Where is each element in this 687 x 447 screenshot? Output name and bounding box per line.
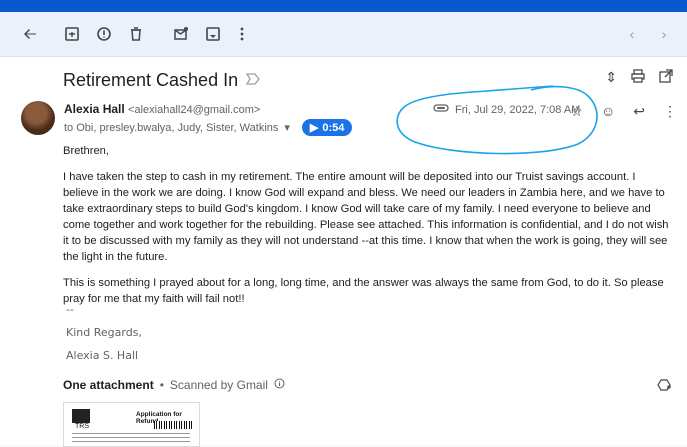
signature-closing: Kind Regards, xyxy=(66,326,142,339)
back-arrow-icon[interactable] xyxy=(18,22,42,46)
trs-logo-text: TRS xyxy=(75,423,89,430)
more-options-icon[interactable]: ⋮ xyxy=(663,103,677,120)
message-actions: ☆ ☺ ↩ ⋮ xyxy=(570,103,677,120)
message-body: Brethren, I have taken the step to cash … xyxy=(63,143,673,317)
avatar[interactable] xyxy=(21,101,55,135)
chevron-left-icon[interactable]: ‹ xyxy=(620,22,644,46)
open-new-window-icon[interactable] xyxy=(659,69,673,86)
signature-name: Alexia S. Hall xyxy=(66,349,139,362)
top-accent-bar xyxy=(0,0,687,12)
date-row: Fri, Jul 29, 2022, 7:08 AM xyxy=(433,103,580,116)
label-icon[interactable] xyxy=(245,72,260,88)
snooze-icon[interactable] xyxy=(201,22,225,46)
star-icon[interactable]: ☆ xyxy=(570,103,583,120)
barcode xyxy=(154,421,192,429)
trs-logo xyxy=(72,409,90,423)
delete-icon[interactable] xyxy=(124,22,148,46)
reply-icon[interactable]: ↩ xyxy=(633,103,645,120)
print-icon[interactable] xyxy=(631,69,645,86)
greeting: Brethren, xyxy=(63,145,110,157)
play-icon: ▶ xyxy=(309,122,319,134)
attachment-thumbnail[interactable]: TRS Application for Refund xyxy=(63,402,200,447)
message-date: Fri, Jul 29, 2022, 7:08 AM xyxy=(455,103,581,116)
info-icon[interactable] xyxy=(274,378,285,392)
attachments-header: One attachment • Scanned by Gmail xyxy=(63,378,285,392)
sender-line: Alexia Hall <alexiahall24@gmail.com> xyxy=(64,102,260,116)
message-toolbar: ‹ › xyxy=(0,12,687,57)
form-lines xyxy=(72,433,190,443)
scanned-label: Scanned by Gmail xyxy=(169,378,268,392)
chevron-right-icon[interactable]: › xyxy=(652,22,676,46)
recipients-dropdown-icon[interactable]: ▾ xyxy=(284,121,290,134)
more-icon[interactable] xyxy=(230,22,254,46)
sender-email: <alexiahall24@gmail.com> xyxy=(128,104,261,116)
attachments-count: One attachment xyxy=(63,378,154,392)
mark-unread-icon[interactable] xyxy=(169,22,193,46)
body-paragraph-2: This is something I prayed about for a l… xyxy=(63,277,664,305)
signature-dashes: -- xyxy=(66,303,74,316)
add-to-drive-icon[interactable] xyxy=(657,378,671,395)
recipients-line: to Obi, presley.bwalya, Judy, Sister, Wa… xyxy=(64,119,353,136)
attachment-clip-icon xyxy=(433,103,449,116)
recipients: to Obi, presley.bwalya, Judy, Sister, Wa… xyxy=(64,121,279,134)
emoji-icon[interactable]: ☺ xyxy=(601,103,615,120)
audio-play-button[interactable]: ▶ 0:54 xyxy=(301,119,353,136)
signature: -- Kind Regards, Alexia S. Hall xyxy=(66,303,142,372)
report-spam-icon[interactable] xyxy=(92,22,116,46)
page-title: Retirement Cashed In xyxy=(63,69,239,90)
expand-collapse-icon[interactable]: ⇕ xyxy=(605,69,617,86)
sender-name[interactable]: Alexia Hall xyxy=(64,102,125,116)
message-view: Retirement Cashed In ⇕ Alexia Hall <alex… xyxy=(0,57,687,447)
separator: • xyxy=(159,378,164,392)
audio-duration: 0:54 xyxy=(322,121,345,134)
archive-icon[interactable] xyxy=(60,22,84,46)
body-paragraph-1: I have taken the step to cash in my reti… xyxy=(63,171,669,263)
subject-actions: ⇕ xyxy=(605,69,673,86)
subject-row: Retirement Cashed In xyxy=(63,67,260,93)
